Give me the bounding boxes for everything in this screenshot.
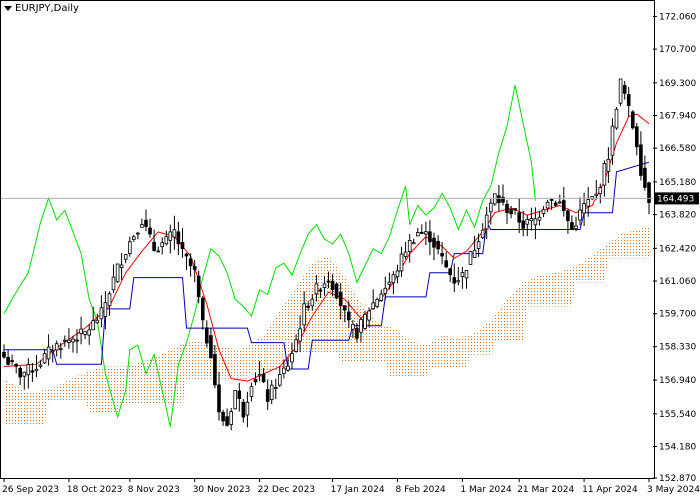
x-tick-label: 17 Jan 2024 — [331, 485, 385, 495]
candle — [614, 107, 619, 130]
chart-plot-svg: 172.060 170.700 169.300 167.940 166.580 165.1… — [0, 0, 700, 495]
y-tick-label: 170.700 — [659, 45, 696, 55]
x-tick-label: 30 Nov 2023 — [193, 485, 251, 495]
title-dropdown-icon[interactable] — [4, 6, 12, 11]
current-price-label: 164.493 — [657, 194, 694, 204]
y-tick-label: 163.820 — [659, 211, 696, 221]
x-tick-label: 3 May 2024 — [647, 485, 700, 495]
chart: EURJPY,Daily 172.060 170.700 169.300 167.94… — [0, 0, 700, 500]
candle — [115, 263, 120, 283]
y-tick-label: 166.580 — [659, 144, 696, 154]
candle — [492, 193, 497, 206]
y-tick-label: 159.700 — [659, 310, 696, 320]
y-tick-label: 152.870 — [659, 474, 696, 484]
y-tick-label: 154.180 — [659, 443, 696, 453]
y-tick-label: 172.060 — [659, 12, 696, 22]
x-tick-label: 21 Mar 2024 — [517, 485, 574, 495]
x-tick-label: 26 Sep 2023 — [2, 485, 59, 495]
x-tick-label: 8 Feb 2024 — [396, 485, 447, 495]
y-tick-label: 165.180 — [659, 178, 696, 188]
y-tick-label: 158.330 — [659, 343, 696, 353]
candle — [618, 78, 623, 107]
y-tick-label: 155.540 — [659, 410, 696, 420]
y-tick-label: 162.420 — [659, 244, 696, 254]
x-tick-label: 1 Mar 2024 — [460, 485, 512, 495]
chart-title: EURJPY,Daily — [4, 3, 79, 14]
x-tick-label: 22 Dec 2023 — [258, 485, 316, 495]
x-tick-label: 8 Nov 2023 — [128, 485, 180, 495]
candle — [233, 390, 238, 410]
candle — [334, 282, 339, 300]
x-tick-label: 11 Apr 2024 — [582, 485, 638, 495]
candle — [631, 110, 635, 130]
y-tick-label: 156.940 — [659, 376, 696, 386]
y-tick-label: 161.060 — [659, 277, 696, 287]
y-tick-label: 167.940 — [659, 112, 696, 122]
y-tick-label: 169.300 — [659, 79, 696, 89]
candle — [468, 251, 473, 265]
x-tick-label: 18 Oct 2023 — [67, 485, 123, 495]
chart-title-text: EURJPY,Daily — [15, 3, 79, 14]
